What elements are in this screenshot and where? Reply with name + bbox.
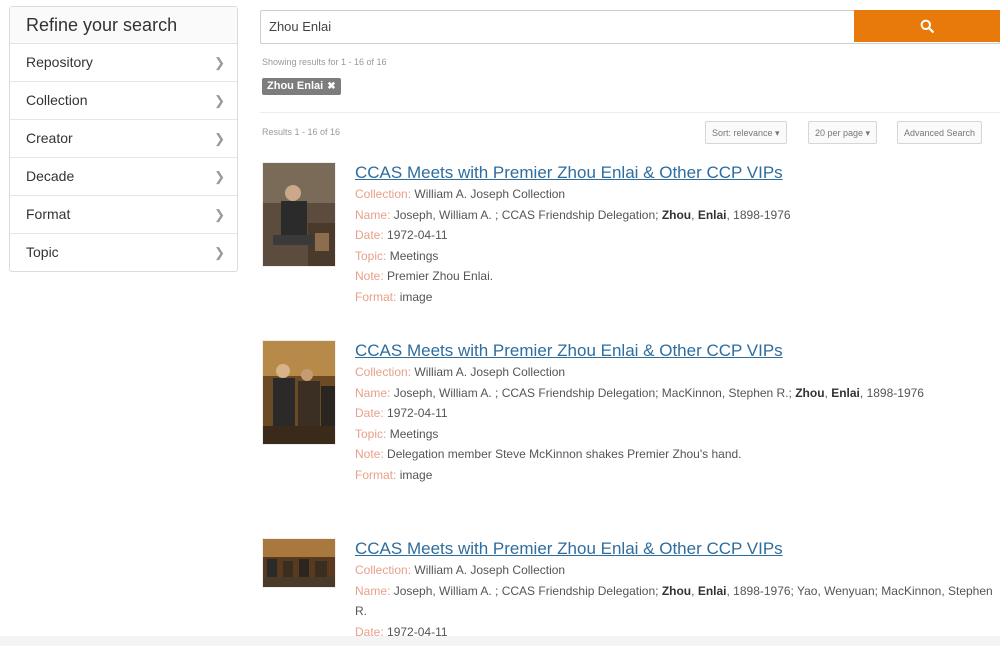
results-count: Results 1 - 16 of 16: [262, 127, 341, 137]
refine-sidebar: Refine your search Repository ❯ Collectio…: [9, 6, 238, 272]
highlight: Zhou: [795, 385, 825, 400]
showing-results-text: Showing results for 1 - 16 of 16: [262, 57, 387, 67]
field-label: Collection:: [355, 563, 412, 577]
field-label: Topic:: [355, 248, 387, 263]
field-value: William A. Joseph Collection: [414, 187, 566, 201]
collection-row: Collection: William A. Joseph Collection: [355, 362, 995, 383]
field-value: image: [399, 289, 433, 304]
result-metadata: CCAS Meets with Premier Zhou Enlai & Oth…: [355, 538, 995, 642]
date-row: Date: 1972-04-11: [355, 403, 995, 424]
field-value: Meetings: [389, 426, 439, 441]
facet-topic[interactable]: Topic ❯: [10, 234, 237, 271]
field-value: Joseph, William A. ; CCAS Friendship Del…: [393, 207, 662, 222]
active-filter-chip[interactable]: Zhou Enlai ✖: [262, 78, 341, 95]
facet-label: Repository: [26, 54, 93, 70]
field-value: ,: [691, 583, 698, 598]
field-value: Joseph, William A. ; CCAS Friendship Del…: [393, 583, 662, 598]
facet-format[interactable]: Format ❯: [10, 196, 237, 234]
field-value: Joseph, William A. ; CCAS Friendship Del…: [393, 385, 796, 400]
field-label: Collection:: [355, 365, 412, 379]
name-row: Name: Joseph, William A. ; CCAS Friendsh…: [355, 205, 995, 226]
facet-label: Decade: [26, 168, 75, 184]
search-bar: [260, 10, 1000, 44]
field-value: image: [399, 467, 433, 482]
field-label: Name:: [355, 583, 391, 598]
field-label: Collection:: [355, 187, 412, 201]
highlight: Zhou: [661, 583, 692, 598]
sidebar-title: Refine your search: [10, 7, 237, 44]
field-value: Delegation member Steve McKinnon shakes …: [387, 447, 742, 461]
chevron-right-icon: ❯: [214, 245, 225, 260]
field-label: Name:: [355, 385, 391, 400]
facet-label: Collection: [26, 92, 88, 108]
remove-filter-icon[interactable]: ✖: [327, 78, 335, 95]
result-title-link[interactable]: CCAS Meets with Premier Zhou Enlai & Oth…: [355, 162, 995, 184]
collection-row: Collection: William A. Joseph Collection: [355, 184, 995, 205]
sort-dropdown[interactable]: Sort: relevance ▾: [705, 121, 787, 144]
chevron-right-icon: ❯: [214, 207, 225, 222]
field-label: Format:: [355, 289, 397, 304]
facet-decade[interactable]: Decade ❯: [10, 158, 237, 196]
field-label: Name:: [355, 207, 391, 222]
photo-image: [263, 163, 335, 266]
note-row: Note: Premier Zhou Enlai.: [355, 266, 995, 287]
photo-image: [263, 539, 335, 587]
format-row: Format: image: [355, 287, 995, 308]
chevron-right-icon: ❯: [214, 55, 225, 70]
highlight: Enlai: [697, 207, 727, 222]
result-thumbnail[interactable]: [262, 538, 336, 588]
format-row: Format: image: [355, 465, 995, 486]
chevron-right-icon: ❯: [214, 131, 225, 146]
search-button[interactable]: [854, 10, 1000, 42]
name-row: Name: Joseph, William A. ; CCAS Friendsh…: [355, 383, 995, 404]
field-label: Topic:: [355, 426, 387, 441]
facet-label: Format: [26, 206, 71, 222]
collection-row: Collection: William A. Joseph Collection: [355, 560, 995, 581]
field-value: 1972-04-11: [387, 228, 448, 242]
field-value: William A. Joseph Collection: [414, 365, 566, 379]
result-title-link[interactable]: CCAS Meets with Premier Zhou Enlai & Oth…: [355, 340, 995, 362]
advanced-search-button[interactable]: Advanced Search: [897, 121, 983, 144]
result-metadata: CCAS Meets with Premier Zhou Enlai & Oth…: [355, 162, 995, 307]
field-value: ,: [691, 207, 698, 222]
divider: [260, 112, 1000, 113]
field-label: Format:: [355, 467, 397, 482]
topic-row: Topic: Meetings: [355, 246, 995, 267]
highlight: Enlai: [697, 583, 727, 598]
field-label: Date:: [355, 228, 384, 242]
topic-row: Topic: Meetings: [355, 424, 995, 445]
per-page-dropdown[interactable]: 20 per page ▾: [808, 121, 878, 144]
field-label: Note:: [355, 269, 384, 283]
chevron-right-icon: ❯: [214, 169, 225, 184]
search-icon: [920, 19, 934, 33]
photo-image: [263, 341, 335, 444]
facet-collection[interactable]: Collection ❯: [10, 82, 237, 120]
facet-label: Creator: [26, 130, 73, 146]
result-thumbnail[interactable]: [262, 340, 336, 445]
highlight: Enlai: [831, 385, 860, 400]
field-value: 1972-04-11: [387, 406, 448, 420]
search-input[interactable]: [261, 11, 857, 41]
result-metadata: CCAS Meets with Premier Zhou Enlai & Oth…: [355, 340, 995, 485]
result-title-link[interactable]: CCAS Meets with Premier Zhou Enlai & Oth…: [355, 538, 995, 560]
page-bottom-edge: [0, 636, 1000, 646]
field-value: Meetings: [389, 248, 439, 263]
field-value: , 1898-1976: [726, 207, 791, 222]
field-value: , 1898-1976: [859, 385, 924, 400]
field-label: Note:: [355, 447, 384, 461]
field-label: Date:: [355, 406, 384, 420]
field-value: Premier Zhou Enlai.: [387, 269, 494, 283]
date-row: Date: 1972-04-11: [355, 225, 995, 246]
facet-repository[interactable]: Repository ❯: [10, 44, 237, 82]
chip-label: Zhou Enlai: [267, 80, 324, 92]
field-value: William A. Joseph Collection: [414, 563, 566, 577]
result-thumbnail[interactable]: [262, 162, 336, 267]
note-row: Note: Delegation member Steve McKinnon s…: [355, 444, 995, 465]
facet-label: Topic: [26, 244, 59, 260]
name-row: Name: Joseph, William A. ; CCAS Friendsh…: [355, 581, 995, 622]
chevron-right-icon: ❯: [214, 93, 225, 108]
highlight: Zhou: [661, 207, 692, 222]
facet-creator[interactable]: Creator ❯: [10, 120, 237, 158]
